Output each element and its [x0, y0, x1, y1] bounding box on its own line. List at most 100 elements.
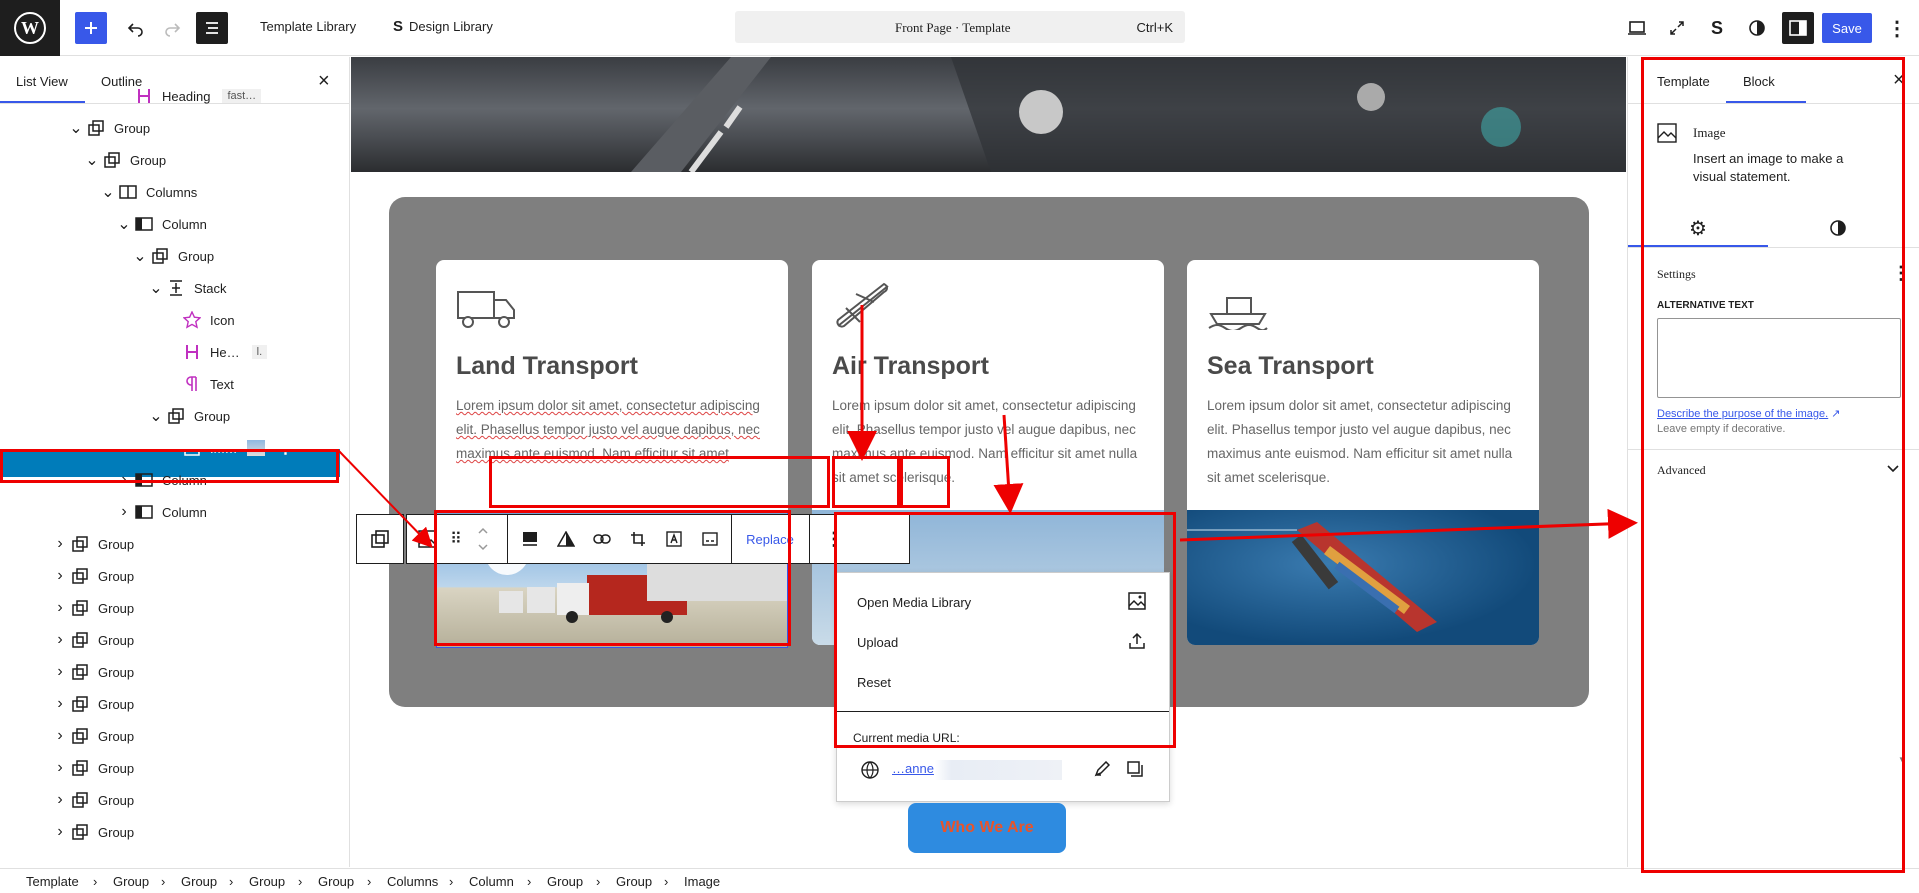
crop-icon[interactable]	[621, 515, 655, 563]
tree-row[interactable]: ⌄ Group	[84, 144, 166, 176]
open-media-library-item[interactable]: Open Media Library	[857, 595, 971, 610]
preview-desktop-icon[interactable]	[1622, 14, 1652, 42]
align-icon[interactable]	[513, 515, 547, 563]
tree-row[interactable]: › Column	[116, 464, 206, 496]
who-we-are-button[interactable]: Who We Are	[908, 803, 1066, 853]
breadcrumb-item[interactable]: Group	[318, 874, 354, 889]
tree-row[interactable]: › Group	[52, 784, 134, 816]
row-options-icon[interactable]: ⋮	[277, 438, 293, 458]
chevron-down-icon[interactable]: ⌄	[100, 182, 116, 202]
breadcrumb-item[interactable]: Group	[249, 874, 285, 889]
tree-row[interactable]: Im… ⋮	[164, 432, 293, 464]
breadcrumb-item[interactable]: Column	[469, 874, 514, 889]
command-palette-bar[interactable]: Front Page · Template Ctrl+K	[735, 11, 1185, 43]
sidebar-scroll-down-icon[interactable]: ▼	[1898, 755, 1906, 764]
breadcrumb-item[interactable]: Columns	[387, 874, 438, 889]
chevron-down-icon[interactable]: ⌄	[116, 214, 132, 234]
save-button[interactable]: Save	[1822, 13, 1872, 43]
tab-template[interactable]: Template	[1657, 74, 1710, 89]
parent-block-button[interactable]	[356, 514, 404, 564]
tree-row[interactable]: ⌄ Group	[148, 400, 230, 432]
chevron-down-icon[interactable]	[1887, 465, 1899, 473]
link-icon[interactable]	[585, 515, 619, 563]
tree-row[interactable]: › Group	[52, 816, 134, 848]
chevron-right-icon[interactable]: ›	[116, 471, 132, 489]
tree-row[interactable]: › Group	[52, 624, 134, 656]
settings-options-icon[interactable]: ⋮	[1892, 263, 1910, 284]
chevron-down-icon[interactable]: ⌄	[148, 278, 164, 298]
tree-row[interactable]: Heading fast…	[116, 80, 262, 112]
duotone-filter-icon[interactable]	[549, 515, 583, 563]
close-icon[interactable]: ×	[318, 70, 330, 93]
breadcrumb-item[interactable]: Image	[684, 874, 720, 889]
chevron-down-icon[interactable]: ⌄	[132, 246, 148, 266]
tree-row[interactable]: ⌄ Group	[132, 240, 214, 272]
tab-list-view[interactable]: List View	[16, 74, 68, 89]
describe-purpose-link[interactable]: Describe the purpose of the image. ↗	[1657, 407, 1841, 420]
alt-text-textarea[interactable]	[1657, 318, 1901, 398]
upload-item[interactable]: Upload	[857, 635, 898, 650]
tree-row[interactable]: › Column	[116, 496, 206, 528]
breadcrumb-item[interactable]: Group	[616, 874, 652, 889]
image-block-icon[interactable]	[411, 515, 443, 563]
close-icon[interactable]: ×	[1893, 69, 1905, 92]
replace-button[interactable]: Replace	[737, 515, 803, 563]
card-sea-transport[interactable]: Sea Transport Lorem ipsum dolor sit amet…	[1187, 260, 1539, 645]
chevron-right-icon[interactable]: ›	[52, 695, 68, 713]
tree-row[interactable]: › Group	[52, 528, 134, 560]
breadcrumb-item[interactable]: Group	[181, 874, 217, 889]
tab-block[interactable]: Block	[1743, 74, 1775, 89]
chevron-right-icon[interactable]: ›	[52, 535, 68, 553]
chevron-right-icon[interactable]: ›	[52, 727, 68, 745]
breadcrumb-item[interactable]: Group	[113, 874, 149, 889]
text-overlay-icon[interactable]	[657, 515, 691, 563]
undo-icon[interactable]	[120, 12, 152, 44]
move-up-down-icon[interactable]	[469, 515, 497, 563]
chevron-down-icon[interactable]: ⌄	[148, 406, 164, 426]
document-overview-button[interactable]	[196, 12, 228, 44]
tree-row[interactable]: › Group	[52, 688, 134, 720]
add-block-button[interactable]	[75, 12, 107, 44]
styles-tab[interactable]	[1768, 213, 1908, 243]
tree-row[interactable]: Text	[164, 368, 234, 400]
design-library-plugin-icon[interactable]: S	[1702, 14, 1732, 42]
editor-canvas[interactable]: Land Transport Lorem ipsum dolor sit ame…	[351, 57, 1627, 867]
tree-row[interactable]: ⌄ Stack	[148, 272, 226, 304]
chevron-right-icon[interactable]: ›	[52, 759, 68, 777]
tree-row[interactable]: › Group	[52, 560, 134, 592]
media-url-link[interactable]: …anne	[892, 760, 1062, 780]
template-library-button[interactable]: Template Library	[260, 19, 356, 34]
breadcrumb-item[interactable]: Group	[547, 874, 583, 889]
tree-row[interactable]: Icon	[164, 304, 235, 336]
reset-item[interactable]: Reset	[857, 675, 891, 690]
tree-row[interactable]: › Group	[52, 752, 134, 784]
chevron-right-icon[interactable]: ›	[116, 503, 132, 521]
copy-icon[interactable]	[1127, 761, 1143, 777]
chevron-right-icon[interactable]: ›	[52, 631, 68, 649]
edit-pencil-icon[interactable]	[1094, 761, 1110, 777]
chevron-down-icon[interactable]: ⌄	[68, 118, 84, 138]
drag-handle-icon[interactable]: ⠿	[443, 515, 467, 563]
chevron-right-icon[interactable]: ›	[52, 823, 68, 841]
breadcrumb-item[interactable]: Template	[26, 874, 79, 889]
tree-row[interactable]: › Group	[52, 592, 134, 624]
design-library-button[interactable]: S Design Library	[393, 18, 493, 35]
chevron-right-icon[interactable]: ›	[52, 791, 68, 809]
options-menu-icon[interactable]: ⋮	[1882, 14, 1912, 42]
tree-row[interactable]: He… l.	[164, 336, 268, 368]
chevron-right-icon[interactable]: ›	[52, 599, 68, 617]
redo-icon[interactable]	[156, 12, 188, 44]
caption-icon[interactable]	[693, 515, 727, 563]
tree-row[interactable]: ⌄ Column	[116, 208, 207, 240]
chevron-right-icon[interactable]: ›	[52, 663, 68, 681]
tree-row[interactable]: ⌄ Columns	[100, 176, 197, 208]
chevron-down-icon[interactable]: ⌄	[84, 150, 100, 170]
advanced-section-toggle[interactable]: Advanced	[1657, 463, 1706, 478]
fullscreen-icon[interactable]	[1662, 14, 1692, 42]
tree-row[interactable]: ⌄ Group	[68, 112, 150, 144]
chevron-right-icon[interactable]: ›	[52, 567, 68, 585]
tree-row[interactable]: › Group	[52, 720, 134, 752]
wordpress-logo-icon[interactable]: W	[0, 0, 60, 56]
more-options-icon[interactable]: ⋮	[817, 515, 851, 563]
settings-sidebar-toggle-icon[interactable]	[1782, 12, 1814, 44]
